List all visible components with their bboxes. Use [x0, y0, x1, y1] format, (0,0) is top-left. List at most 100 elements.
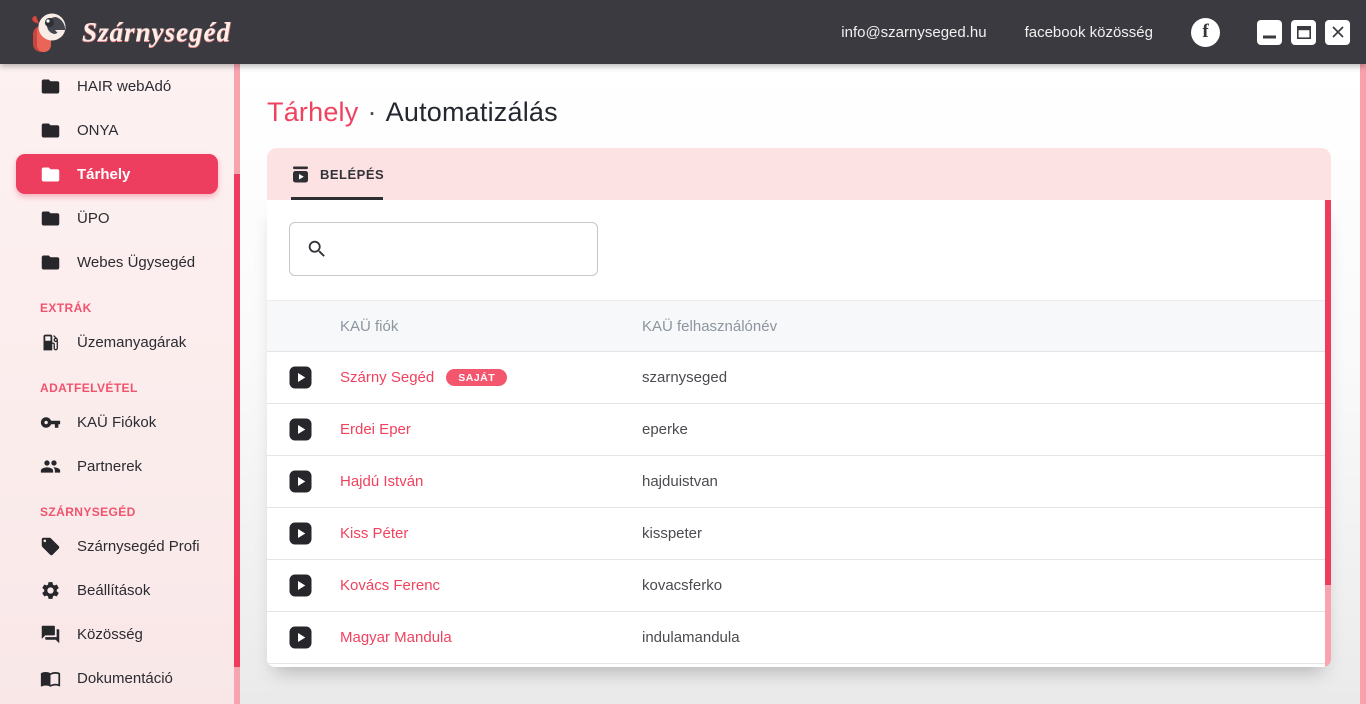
play-button-icon [289, 470, 312, 493]
table-row[interactable]: Kovács Ferenc kovacsferko [267, 560, 1331, 612]
play-button-icon [289, 366, 312, 389]
chat-icon [40, 624, 61, 645]
play-button-icon [289, 522, 312, 545]
gear-icon [40, 580, 61, 601]
close-icon [1332, 26, 1344, 38]
sidebar-item-onya[interactable]: ONYA [0, 108, 240, 152]
minimize-button[interactable] [1257, 20, 1282, 45]
search-box[interactable] [289, 222, 598, 276]
folder-icon [40, 76, 61, 97]
facebook-community-link[interactable]: facebook közösség [1025, 24, 1153, 41]
sidebar-item-hair-webado[interactable]: HAIR webAdó [0, 64, 240, 108]
table-row[interactable]: Hajdú István hajduistvan [267, 456, 1331, 508]
account-name-link[interactable]: Kovács Ferenc [340, 577, 642, 594]
column-header-kau-felhasznalonev: KAÜ felhasználónév [642, 318, 1331, 335]
login-play-button[interactable] [289, 418, 312, 441]
account-name: Magyar Mandula [340, 629, 452, 646]
brand-name: Szárnysegéd [82, 17, 231, 48]
sidebar-item-label: Tárhely [77, 166, 130, 183]
table-header-row: KAÜ fiók KAÜ felhasználónév [267, 300, 1331, 352]
sidebar-item-beallitasok[interactable]: Beállítások [0, 568, 240, 612]
tab-panel: KAÜ fiók KAÜ felhasználónév Szárny Segéd [267, 200, 1331, 667]
folder-icon [40, 208, 61, 229]
page-title: Tárhely·Automatizálás [267, 96, 1366, 128]
sidebar-item-label: Közösség [77, 626, 143, 643]
folder-icon [40, 252, 61, 273]
close-button[interactable] [1325, 20, 1350, 45]
sidebar-item-label: Beállítások [77, 582, 150, 599]
account-name: Kiss Péter [340, 525, 408, 542]
sidebar-item-kozosseg[interactable]: Közösség [0, 612, 240, 656]
account-username: indulamandula [642, 629, 1331, 646]
account-name-link[interactable]: Szárny Segéd SAJÁT [340, 369, 642, 387]
sidebar-item-label: ÜPO [77, 210, 110, 227]
titlebar: Szárnysegéd info@szarnyseged.hu facebook… [0, 0, 1366, 64]
accounts-table: KAÜ fiók KAÜ felhasználónév Szárny Segéd [267, 300, 1331, 664]
sidebar-item-label: Webes Ügysegéd [77, 254, 195, 271]
fuel-pump-icon [40, 332, 61, 353]
page-scrollbar[interactable] [1360, 64, 1366, 704]
play-button-icon [289, 574, 312, 597]
tab-bar: BELÉPÉS [267, 148, 1331, 200]
account-name: Erdei Eper [340, 421, 411, 438]
sidebar-section-adatfelvetel: ADATFELVÉTEL [0, 376, 240, 400]
account-name: Szárny Segéd [340, 369, 434, 386]
maximize-button[interactable] [1291, 20, 1316, 45]
table-row[interactable]: Szárny Segéd SAJÁT szarnyseged [267, 352, 1331, 404]
sidebar-item-label: HAIR webAdó [77, 78, 171, 95]
email-link[interactable]: info@szarnyseged.hu [841, 24, 986, 41]
sidebar-item-upo[interactable]: ÜPO [0, 196, 240, 240]
card-scrollbar[interactable] [1325, 200, 1331, 667]
sidebar-section-szarnyseged: SZÁRNYSEGÉD [0, 500, 240, 524]
search-input[interactable] [338, 223, 585, 275]
account-name-link[interactable]: Magyar Mandula [340, 629, 642, 646]
sidebar-item-tarhely[interactable]: Tárhely [16, 154, 218, 194]
tab-label: BELÉPÉS [320, 167, 384, 182]
login-play-button[interactable] [289, 574, 312, 597]
login-play-button[interactable] [289, 470, 312, 493]
search-icon [306, 238, 328, 260]
table-row[interactable]: Erdei Eper eperke [267, 404, 1331, 456]
sajat-badge: SAJÁT [446, 369, 507, 387]
sidebar-item-dokumentacio[interactable]: Dokumentáció [0, 656, 240, 700]
card-scrollbar-thumb[interactable] [1325, 200, 1331, 585]
brand: Szárnysegéd [26, 10, 231, 54]
table-row[interactable]: Kiss Péter kisspeter [267, 508, 1331, 560]
tab-belepes[interactable]: BELÉPÉS [291, 148, 384, 200]
sidebar-item-partnerek[interactable]: Partnerek [0, 444, 240, 488]
breadcrumb-separator: · [358, 97, 385, 127]
sidebar-item-label: ONYA [77, 122, 118, 139]
minimize-icon [1263, 26, 1276, 39]
column-header-kau-fiok: KAÜ fiók [340, 318, 642, 335]
account-name: Kovács Ferenc [340, 577, 440, 594]
sidebar-item-label: KAÜ Fiókok [77, 414, 156, 431]
search-row [267, 200, 1331, 276]
login-play-button[interactable] [289, 522, 312, 545]
folder-icon [40, 164, 61, 185]
sidebar-item-label: Üzemanyagárak [77, 334, 186, 351]
main-content: Tárhely·Automatizálás BELÉPÉS [240, 64, 1366, 704]
account-name-link[interactable]: Hajdú István [340, 473, 642, 490]
table-row[interactable]: Magyar Mandula indulamandula [267, 612, 1331, 664]
maximize-icon [1297, 26, 1311, 39]
sidebar-item-label: Dokumentáció [77, 670, 173, 687]
sidebar-item-szarnyseged-profi[interactable]: Szárnysegéd Profi [0, 524, 240, 568]
account-username: eperke [642, 421, 1331, 438]
account-name-link[interactable]: Erdei Eper [340, 421, 642, 438]
sidebar-item-uzemanyagarak[interactable]: Üzemanyagárak [0, 320, 240, 364]
facebook-icon[interactable]: f [1191, 18, 1220, 47]
play-button-icon [289, 626, 312, 649]
login-play-button[interactable] [289, 626, 312, 649]
account-username: kovacsferko [642, 577, 1331, 594]
sidebar-item-webes-ugyseged[interactable]: Webes Ügysegéd [0, 240, 240, 284]
sidebar-item-kau-fiokok[interactable]: KAÜ Fiókok [0, 400, 240, 444]
breadcrumb-page: Automatizálás [386, 97, 558, 127]
video-box-icon [291, 165, 310, 184]
tag-icon [40, 536, 61, 557]
book-icon [40, 668, 61, 689]
account-name-link[interactable]: Kiss Péter [340, 525, 642, 542]
login-play-button[interactable] [289, 366, 312, 389]
account-username: hajduistvan [642, 473, 1331, 490]
content-card: BELÉPÉS KAÜ fiók [267, 148, 1331, 667]
people-icon [40, 456, 61, 477]
